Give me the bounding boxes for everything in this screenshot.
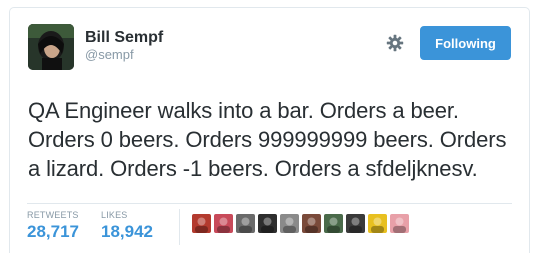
- user-screen-name[interactable]: @sempf: [85, 47, 163, 63]
- liker-avatar-8[interactable]: [346, 214, 365, 233]
- liker-avatar-6[interactable]: [302, 214, 321, 233]
- tweet-header: Bill Sempf @sempf Following: [28, 24, 511, 72]
- stats-divider: [27, 203, 512, 204]
- liker-avatar-3[interactable]: [236, 214, 255, 233]
- liker-avatar-9[interactable]: [368, 214, 387, 233]
- user-avatar[interactable]: [28, 24, 74, 70]
- user-full-name[interactable]: Bill Sempf: [85, 28, 163, 47]
- user-names: Bill Sempf @sempf: [85, 28, 163, 63]
- liker-avatar-2[interactable]: [214, 214, 233, 233]
- liker-avatar-4[interactable]: [258, 214, 277, 233]
- liker-avatar-5[interactable]: [280, 214, 299, 233]
- retweets-label: RETWEETS: [27, 210, 79, 220]
- likes-stat[interactable]: LIKES 18,942: [101, 209, 153, 242]
- liker-avatar-7[interactable]: [324, 214, 343, 233]
- gear-icon[interactable]: [386, 34, 404, 52]
- avatar-image: [28, 24, 74, 70]
- likes-label: LIKES: [101, 210, 128, 220]
- retweets-stat[interactable]: RETWEETS 28,717: [27, 209, 79, 242]
- tweet-stats: RETWEETS 28,717 LIKES 18,942: [27, 209, 412, 245]
- liker-avatar-10[interactable]: [390, 214, 409, 233]
- likes-count: 18,942: [101, 222, 153, 241]
- liker-avatars: [192, 214, 412, 233]
- retweets-count: 28,717: [27, 222, 79, 241]
- stats-separator: [179, 209, 180, 245]
- tweet-text: QA Engineer walks into a bar. Orders a b…: [28, 98, 507, 181]
- following-button[interactable]: Following: [420, 26, 511, 60]
- liker-avatar-1[interactable]: [192, 214, 211, 233]
